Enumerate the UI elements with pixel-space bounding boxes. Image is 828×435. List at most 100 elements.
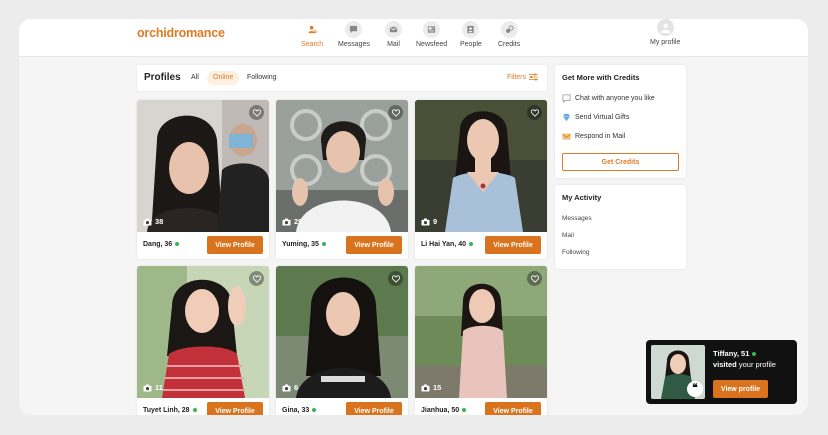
- credits-feature-label: Chat with anyone you like: [575, 95, 655, 102]
- photo-count-value: 9: [433, 217, 438, 226]
- profile-card[interactable]: 9 Li Hai Yan, 40 View Profile: [415, 100, 547, 259]
- nav-credits[interactable]: Credits: [498, 19, 520, 57]
- mail-icon: [385, 21, 402, 38]
- photo-count-value: 11: [155, 383, 163, 392]
- profiles-header: Profiles All Online Following Filters: [137, 65, 547, 91]
- visitor-verb: visited: [713, 360, 737, 369]
- profile-photo[interactable]: [276, 266, 408, 398]
- nav-messages-label: Messages: [338, 41, 370, 48]
- nav-newsfeed-label: Newsfeed: [416, 41, 448, 48]
- credits-icon: [500, 21, 518, 38]
- nav-my-profile-label: My profile: [650, 39, 681, 46]
- favorite-heart-button[interactable]: [249, 271, 264, 286]
- profile-photo[interactable]: [415, 266, 547, 398]
- activity-panel-title: My Activity: [562, 193, 602, 202]
- profile-photo[interactable]: [137, 100, 269, 232]
- filters-label: Filters: [506, 73, 526, 81]
- favorite-heart-button[interactable]: [388, 105, 403, 120]
- heart-icon: [391, 108, 400, 117]
- photo-count-value: 29: [294, 217, 303, 226]
- activity-item-messages[interactable]: Messages: [562, 215, 592, 222]
- nav-search[interactable]: Search: [301, 19, 323, 57]
- top-navigation-bar: orchidromance Search Messages Mail Newsf…: [19, 19, 808, 57]
- camera-icon: [421, 384, 430, 391]
- profile-caption: Li Hai Yan, 40 View Profile: [415, 232, 547, 259]
- credits-feature-label: Send Virtual Gifts: [575, 114, 630, 121]
- heart-icon: [252, 274, 261, 283]
- profile-card[interactable]: 29 Yuming, 35 View Profile: [276, 100, 408, 259]
- profile-caption: Jianhua, 50 View Profile: [415, 398, 547, 415]
- profile-card[interactable]: 6 Gina, 33 View Profile: [276, 266, 408, 415]
- credits-feature-mail: Respond in Mail: [562, 132, 625, 141]
- credits-feature-gifts: Send Virtual Gifts: [562, 113, 629, 122]
- people-icon: [462, 21, 480, 38]
- credits-panel-title: Get More with Credits: [562, 73, 640, 82]
- view-profile-button[interactable]: View Profile: [207, 236, 263, 254]
- profile-name-text: Tuyet Linh, 28: [143, 407, 190, 414]
- view-profile-button[interactable]: View Profile: [346, 402, 402, 415]
- favorite-heart-button[interactable]: [527, 105, 542, 120]
- photo-count-value: 6: [294, 383, 299, 392]
- nav-people[interactable]: People: [460, 19, 482, 57]
- profile-card[interactable]: 11 Tuyet Linh, 28 View Profile: [137, 266, 269, 415]
- camera-icon: [143, 218, 152, 225]
- activity-item-mail[interactable]: Mail: [562, 232, 574, 239]
- online-status-dot: [175, 242, 180, 247]
- profile-caption: Dang, 36 View Profile: [137, 232, 269, 259]
- favorite-heart-button[interactable]: [527, 271, 542, 286]
- camera-icon: [282, 384, 291, 391]
- nav-my-profile[interactable]: My profile: [650, 19, 680, 57]
- profile-name-text: Jianhua, 50: [421, 407, 460, 414]
- chat-icon: [345, 21, 363, 38]
- toast-view-profile-button[interactable]: View profile: [713, 380, 768, 398]
- credits-feature-label: Respond in Mail: [575, 133, 626, 140]
- profile-card[interactable]: 15 Jianhua, 50 View Profile: [415, 266, 547, 415]
- view-profile-button[interactable]: View Profile: [485, 236, 541, 254]
- search-users-icon: [304, 21, 321, 38]
- heart-icon: [530, 108, 539, 117]
- nav-messages[interactable]: Messages: [338, 19, 370, 57]
- visitor-name-text: Tiffany, 51: [713, 349, 750, 358]
- visitor-notification[interactable]: ❝ Tiffany, 51 visited your profile View …: [646, 340, 797, 404]
- activity-panel: My Activity Messages Mail Following: [555, 185, 686, 269]
- nav-credits-label: Credits: [498, 41, 521, 48]
- profile-card[interactable]: 38 Dang, 36 View Profile: [137, 100, 269, 259]
- online-status-dot: [312, 408, 317, 413]
- nav-mail-label: Mail: [387, 41, 400, 48]
- profile-name: Yuming, 35: [282, 241, 326, 248]
- profile-photo[interactable]: [415, 100, 547, 232]
- heart-icon: [530, 274, 539, 283]
- profile-photo[interactable]: [276, 100, 408, 232]
- profile-name-text: Li Hai Yan, 40: [421, 241, 467, 248]
- nav-search-label: Search: [301, 41, 324, 48]
- tab-online[interactable]: Online: [207, 71, 240, 85]
- credits-feature-chat: Chat with anyone you like: [562, 94, 655, 103]
- profile-caption: Gina, 33 View Profile: [276, 398, 408, 415]
- filters-button[interactable]: Filters: [507, 73, 538, 81]
- envelope-icon: [562, 132, 571, 141]
- view-profile-button[interactable]: View Profile: [485, 402, 541, 415]
- view-profile-button[interactable]: View Profile: [346, 236, 402, 254]
- view-profile-button[interactable]: View Profile: [207, 402, 263, 415]
- profile-photo[interactable]: [137, 266, 269, 398]
- get-credits-button[interactable]: Get Credits: [562, 153, 679, 171]
- favorite-heart-button[interactable]: [388, 271, 403, 286]
- tab-following[interactable]: Following: [241, 71, 283, 85]
- profile-caption: Tuyet Linh, 28 View Profile: [137, 398, 269, 415]
- profile-name-text: Dang, 36: [143, 241, 173, 248]
- favorite-heart-button[interactable]: [249, 105, 264, 120]
- brand-logo[interactable]: orchidromance: [137, 26, 225, 40]
- quote-icon: ❝: [687, 381, 703, 397]
- visitor-message: visited your profile: [713, 360, 776, 369]
- tab-all[interactable]: All: [185, 71, 205, 85]
- profile-name: Dang, 36: [143, 241, 180, 248]
- activity-item-following[interactable]: Following: [562, 249, 589, 256]
- nav-newsfeed[interactable]: Newsfeed: [416, 19, 447, 57]
- profile-name: Tuyet Linh, 28: [143, 407, 197, 414]
- nav-mail[interactable]: Mail: [385, 19, 402, 57]
- photo-count-value: 38: [155, 217, 164, 226]
- page-title: Profiles: [144, 72, 181, 83]
- photo-count: 29: [282, 217, 302, 226]
- profile-name: Gina, 33: [282, 407, 317, 414]
- online-status-dot: [469, 242, 474, 247]
